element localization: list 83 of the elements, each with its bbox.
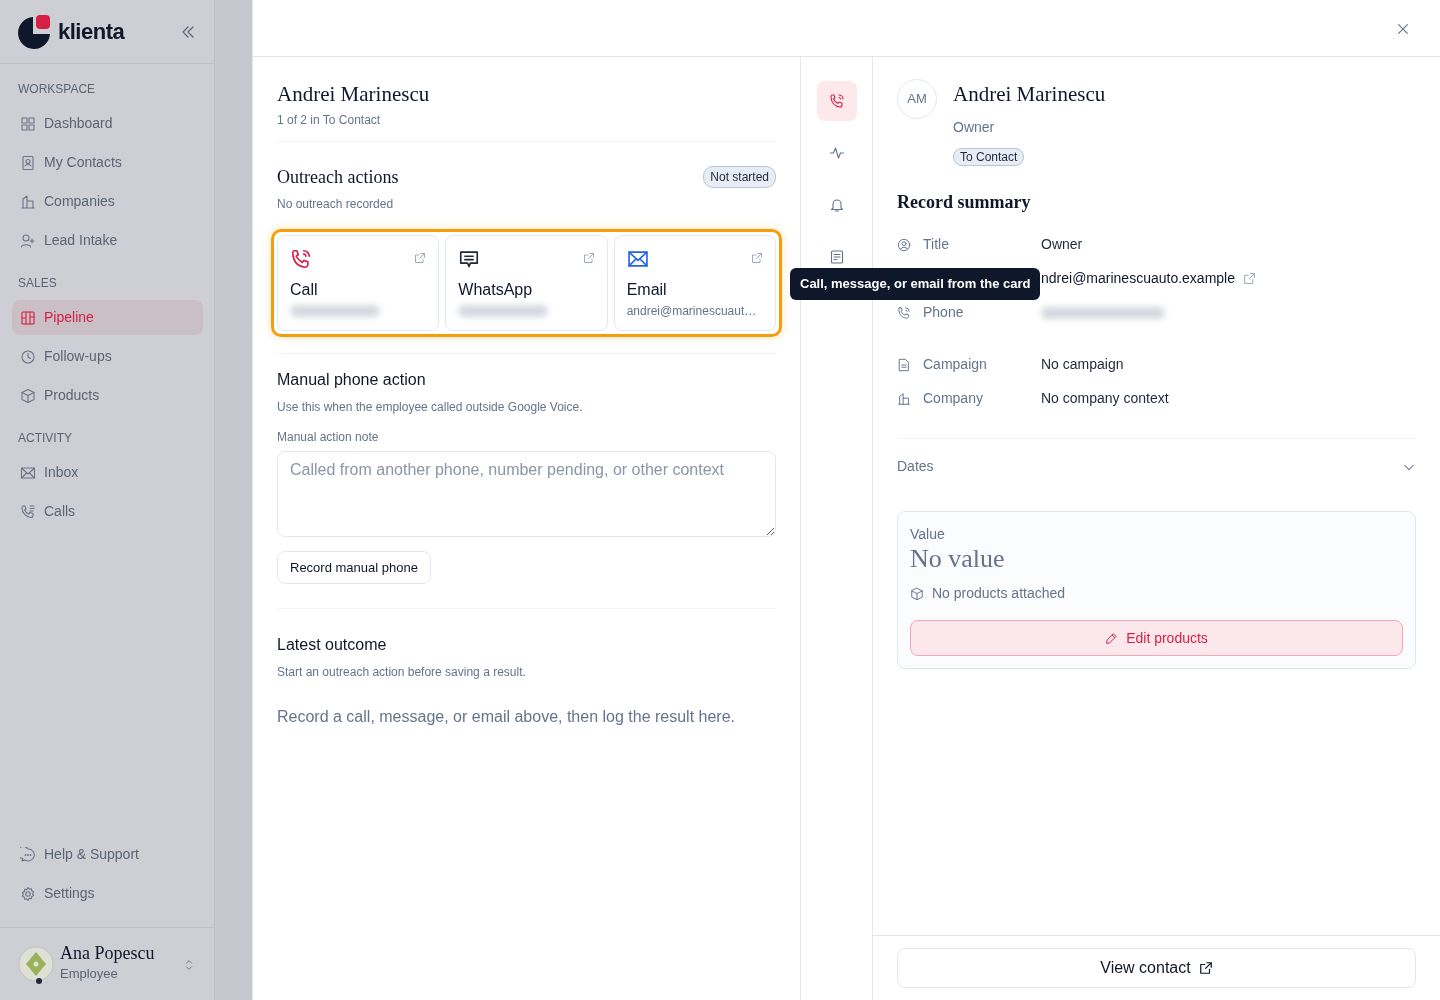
field-value: No campaign: [1041, 355, 1124, 374]
external-link-icon: [582, 251, 595, 264]
section-title: Latest outcome: [277, 635, 388, 655]
building-icon: [20, 193, 36, 210]
field-label: Title: [923, 235, 949, 254]
value-label: Value: [910, 524, 946, 544]
section-heading: WORKSPACE: [17, 81, 97, 98]
record-position: 1 of 2 in To Contact: [277, 111, 382, 129]
contact-name: Andrei Marinescu: [953, 81, 1106, 108]
chat-bubble-icon: [20, 846, 36, 863]
contact-role: Owner: [953, 117, 996, 137]
stage-tag: To Contact: [953, 147, 1025, 166]
sidebar-item[interactable]: Help & Support: [12, 837, 203, 872]
person-circle-icon: [897, 237, 911, 252]
sidebar-item[interactable]: My Contacts: [12, 145, 203, 180]
section-title: Manual phone action: [277, 369, 427, 390]
section-title: Record summary: [897, 190, 1032, 214]
phone-icon: [290, 247, 312, 270]
outreach-note: No outreach recorded: [277, 195, 395, 213]
sidebar-item[interactable]: Products: [12, 378, 203, 413]
activity-icon: [828, 145, 845, 161]
settings-icon: [20, 885, 36, 902]
section-heading: ACTIVITY: [17, 430, 73, 447]
box-icon: [20, 387, 36, 404]
sidebar-item[interactable]: Pipeline: [12, 300, 203, 335]
whatsapp-action-card[interactable]: WhatsApp: [445, 234, 608, 331]
logo-icon: [18, 14, 52, 49]
edit-products-button[interactable]: Edit products: [910, 620, 1403, 657]
action-detail: andrei@marinescuaut…: [626, 302, 758, 320]
sidebar-item[interactable]: Companies: [12, 184, 203, 219]
products-text: No products attached: [932, 584, 1066, 604]
note-field[interactable]: Called from another phone, number pending, or other context: [277, 450, 776, 537]
sidebar-item[interactable]: Follow-ups: [12, 339, 203, 374]
section-hint: Start an outreach action before saving a result.: [277, 664, 527, 681]
external-link-icon: [1198, 961, 1213, 975]
tooltip: Call, message, or email from the card: [790, 268, 1041, 300]
field-label: Campaign: [923, 355, 987, 374]
phone-icon: [828, 93, 845, 109]
email-action-card[interactable]: Email andrei@marinescuaut…: [613, 234, 776, 331]
user-role: Employee: [60, 965, 119, 984]
sidebar-item[interactable]: Inbox: [12, 455, 203, 490]
grid-icon: [20, 115, 36, 132]
external-link-icon: [1243, 272, 1256, 285]
sidebar-item[interactable]: Settings: [12, 876, 203, 911]
envelope-icon: [20, 464, 36, 481]
user-name: Ana Popescu: [60, 944, 155, 965]
close-icon: [1396, 21, 1410, 36]
phone-list-icon: [20, 503, 36, 520]
document-icon: [897, 357, 911, 372]
brand-name: klienta: [58, 18, 125, 46]
dates-toggle[interactable]: Dates: [897, 438, 1416, 495]
section-title: Outreach actions: [277, 165, 399, 189]
call-action-card[interactable]: Call: [277, 234, 440, 331]
field-value: Owner: [1041, 235, 1083, 254]
field-value: No company context: [1041, 389, 1169, 408]
pencil-icon: [1105, 631, 1119, 645]
contact-card-icon: [20, 154, 36, 171]
value-amount: No value: [910, 544, 1006, 574]
status-badge: Not started: [703, 166, 776, 188]
user-plus-icon: [20, 232, 36, 249]
field-label: Manual action note: [277, 428, 380, 446]
record-title: Andrei Marinescu: [277, 81, 431, 108]
section-hint: Use this when the employee called outside Google Voice.: [277, 398, 584, 416]
sidebar-item[interactable]: Lead Intake: [12, 223, 203, 258]
clock-icon: [20, 348, 36, 365]
sidebar-item[interactable]: Dashboard: [12, 106, 203, 141]
box-icon: [910, 586, 924, 601]
section-heading: SALES: [17, 275, 58, 292]
phone-icon: [897, 305, 911, 320]
record-manual-phone-button[interactable]: Record manual phone: [277, 550, 431, 584]
board-icon: [20, 309, 36, 326]
external-link-icon: [751, 251, 763, 264]
user-avatar: [18, 946, 54, 982]
view-contact-button[interactable]: View contact: [897, 948, 1416, 988]
external-link-icon: [414, 251, 427, 264]
note-icon: [828, 249, 845, 265]
bell-icon: [828, 197, 845, 213]
building-icon: [897, 391, 911, 406]
empty-state-text: Record a call, message, or email above, then log the result here.: [277, 707, 737, 727]
email-link[interactable]: ndrei@marinescuauto.example: [1041, 268, 1235, 289]
field-label: Company: [923, 389, 983, 408]
sidebar-item[interactable]: Calls: [12, 494, 203, 529]
field-label: Phone: [923, 303, 964, 322]
